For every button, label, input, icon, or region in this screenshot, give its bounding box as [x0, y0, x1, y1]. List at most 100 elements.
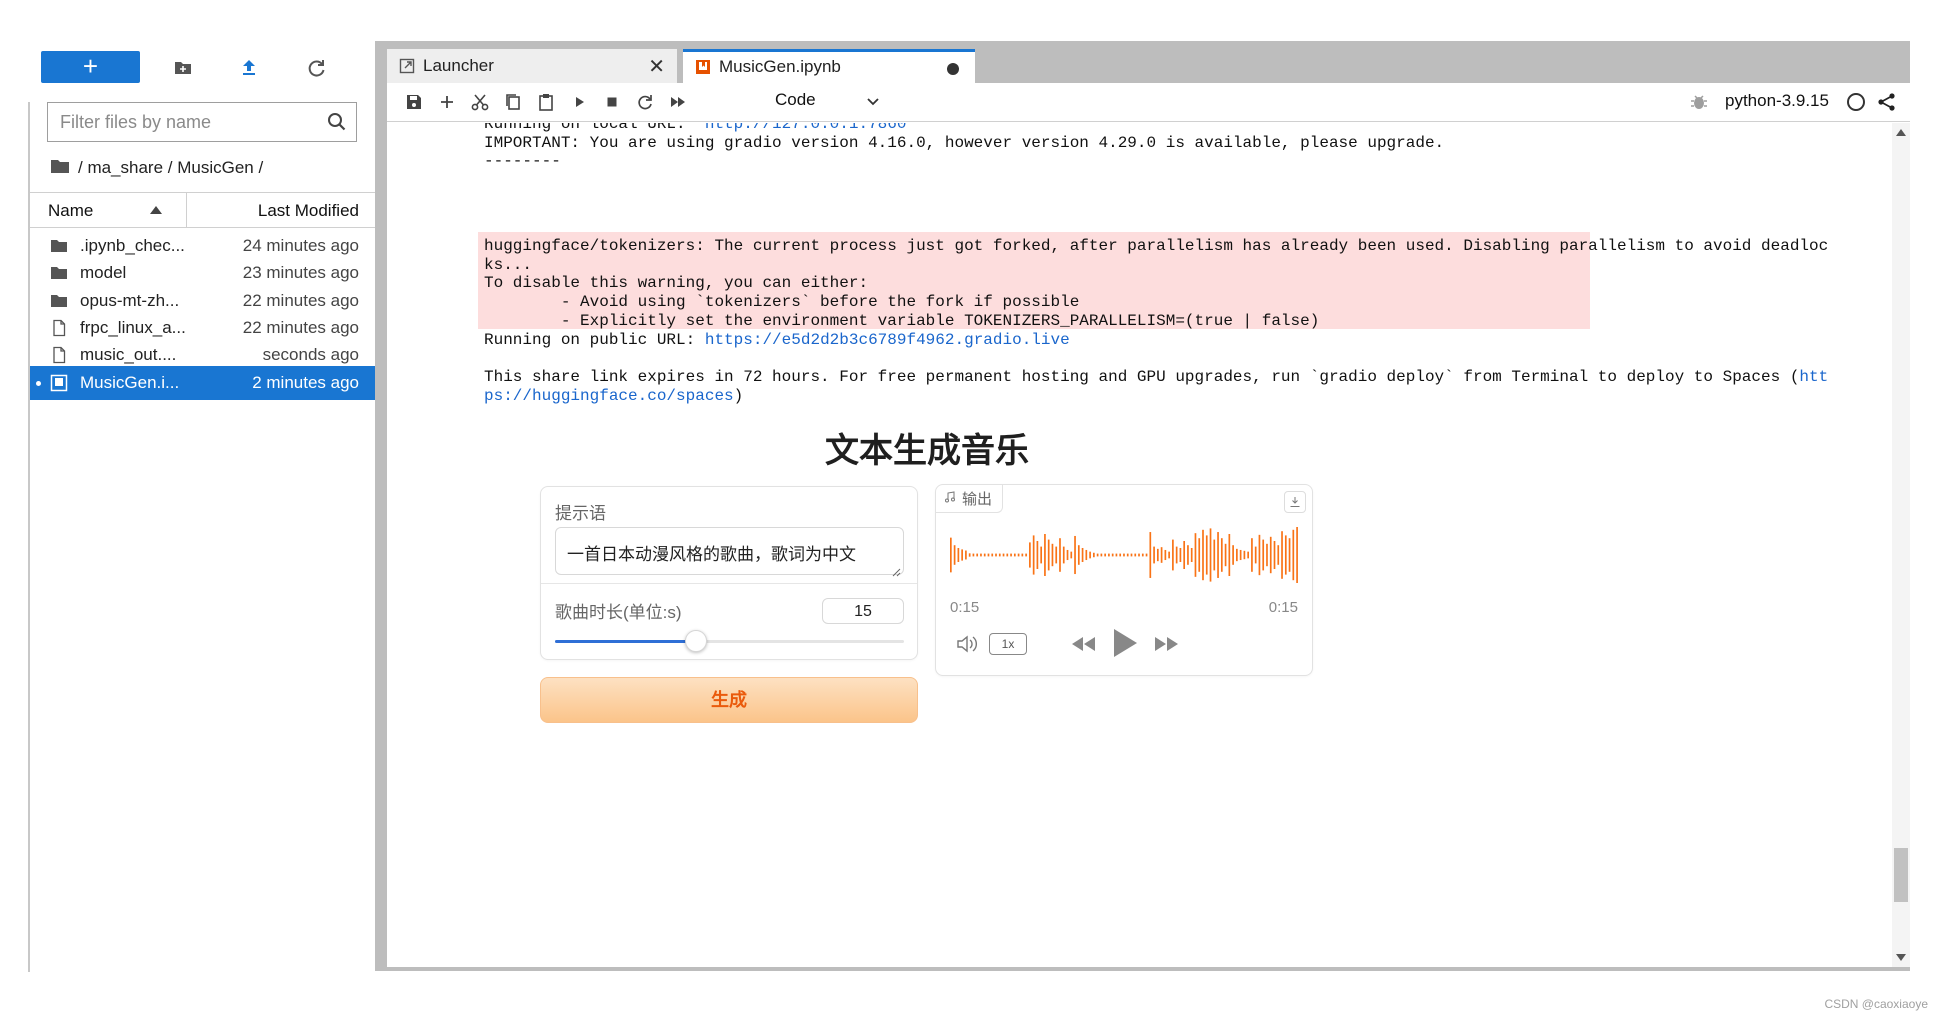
add-cell-icon[interactable] — [436, 91, 458, 113]
waveform-bar — [1066, 549, 1069, 561]
filter-files-input[interactable] — [48, 103, 308, 141]
waveform-bar — [991, 553, 994, 557]
file-modified: 24 minutes ago — [242, 236, 359, 255]
waveform-bar — [1081, 548, 1084, 562]
local-url-link[interactable]: http://127.0.0.1:7860 — [705, 123, 907, 133]
waveform-bar — [1032, 535, 1035, 575]
folder-icon[interactable] — [50, 157, 70, 180]
refresh-icon[interactable] — [301, 52, 333, 84]
file-list-item[interactable]: MusicGen.i... 2 minutes ago — [30, 365, 375, 400]
scroll-down-icon[interactable] — [1896, 954, 1906, 961]
waveform-bar — [1164, 549, 1167, 561]
copy-icon[interactable] — [502, 91, 524, 113]
paste-icon[interactable] — [535, 91, 557, 113]
volume-icon[interactable] — [955, 633, 981, 660]
waveform-bar — [1051, 543, 1054, 567]
file-modified: seconds ago — [262, 345, 359, 365]
stdout-text-1: Running on local URL: http://127.0.0.1:7… — [484, 123, 1444, 171]
file-list-header: Name Last Modified — [30, 192, 375, 228]
waveform-bar — [1254, 546, 1257, 564]
waveform-bar — [983, 553, 986, 557]
waveform-bar — [1232, 545, 1234, 565]
kernel-status-icon — [1847, 93, 1865, 111]
waveform-bar — [1059, 538, 1061, 572]
public-url-link[interactable]: https://e5d2d2b3c6789f4962.gradio.live — [705, 331, 1070, 349]
waveform-bar — [1168, 551, 1170, 559]
file-name: .ipynb_chec... — [80, 236, 185, 255]
waveform-bar — [1145, 553, 1148, 557]
input-panel: 提示语 一首日本动漫风格的歌曲，歌词为中文 歌曲时长(单位:s) 15 — [540, 486, 918, 660]
waveform-bar — [1070, 551, 1073, 559]
column-divider — [186, 193, 187, 227]
file-name: opus-mt-zh... — [80, 290, 180, 310]
waveform-bar — [1243, 550, 1246, 560]
close-tab-icon[interactable]: ✕ — [648, 54, 665, 79]
output-label-text: 输出 — [962, 491, 993, 508]
waveform-bar — [1194, 533, 1197, 577]
slider-thumb[interactable] — [685, 630, 708, 652]
prompt-label: 提示语 — [555, 504, 606, 523]
waveform-bar — [998, 553, 1001, 557]
name-column-header[interactable]: Name — [48, 201, 93, 221]
waveform-bar — [972, 553, 975, 557]
share-icon[interactable] — [1877, 92, 1897, 112]
scrollbar[interactable] — [1892, 123, 1910, 967]
audio-output-panel: 输出 0:15 0:15 1x — [935, 484, 1313, 676]
notebook-toolbar: Code python-3.9.15 — [387, 83, 1910, 122]
sort-ascending-icon[interactable] — [150, 206, 162, 214]
chevron-down-icon[interactable] — [865, 93, 881, 109]
breadcrumb-path[interactable]: / ma_share / MusicGen / — [78, 158, 263, 178]
run-icon[interactable] — [568, 91, 590, 113]
debugger-icon[interactable] — [1690, 93, 1708, 111]
scroll-up-icon[interactable] — [1896, 129, 1906, 136]
filter-files-field[interactable] — [47, 102, 357, 142]
waveform-bar — [1209, 528, 1212, 582]
duration-slider[interactable] — [555, 630, 904, 652]
waveform-bar — [1239, 549, 1242, 561]
file-name: MusicGen.i... — [80, 372, 180, 392]
save-icon[interactable] — [403, 91, 425, 113]
waveform-bar — [953, 545, 956, 565]
fast-forward-icon[interactable] — [1153, 634, 1181, 659]
upload-icon[interactable] — [233, 52, 265, 84]
resize-grip-icon[interactable] — [891, 562, 901, 577]
prompt-textarea[interactable]: 一首日本动漫风格的歌曲，歌词为中文 — [555, 527, 904, 577]
last-modified-column-header[interactable]: Last Modified — [258, 201, 359, 221]
cut-icon[interactable] — [469, 91, 491, 113]
waveform[interactable] — [950, 527, 1300, 583]
unsaved-dot-icon[interactable] — [947, 63, 959, 75]
rewind-icon[interactable] — [1069, 634, 1097, 659]
waveform-bar — [1288, 538, 1291, 572]
file-browser: + / ma_share / MusicGen / Name Last Modi… — [0, 0, 375, 972]
stop-icon[interactable] — [601, 91, 623, 113]
play-icon[interactable] — [1111, 627, 1139, 664]
playback-rate-button[interactable]: 1x — [989, 633, 1027, 655]
tab-musicgen-notebook[interactable]: MusicGen.ipynb — [683, 49, 975, 83]
launcher-icon — [399, 58, 415, 74]
scrollbar-thumb[interactable] — [1894, 848, 1908, 902]
notebook-icon — [50, 374, 68, 392]
cell-output-area: Running on local URL: http://127.0.0.1:7… — [387, 123, 1892, 967]
waveform-bar — [1153, 546, 1155, 564]
waveform-bar — [1217, 532, 1219, 578]
file-icon — [50, 346, 68, 364]
fast-forward-icon[interactable] — [667, 91, 689, 113]
tab-launcher[interactable]: Launcher ✕ — [387, 49, 677, 83]
file-icon — [50, 319, 68, 337]
waveform-bar — [1160, 547, 1163, 563]
waveform-bar — [1149, 532, 1152, 578]
duration-number-input[interactable]: 15 — [822, 598, 904, 624]
waveform-bar — [1077, 545, 1080, 565]
generate-button[interactable]: 生成 — [540, 677, 918, 723]
restart-icon[interactable] — [634, 91, 656, 113]
app-title: 文本生成音乐 — [825, 432, 1029, 470]
new-launcher-button[interactable]: + — [41, 51, 140, 83]
new-folder-icon[interactable] — [167, 52, 199, 84]
notebook-icon — [695, 59, 711, 75]
spaces-link[interactable]: htt — [1799, 368, 1828, 386]
cell-type-select[interactable]: Code — [775, 90, 816, 110]
folder-icon — [50, 264, 68, 282]
download-button[interactable] — [1284, 491, 1306, 513]
spaces-link-continued[interactable]: ps://huggingface.co/spaces — [484, 387, 734, 405]
kernel-name[interactable]: python-3.9.15 — [1725, 91, 1829, 111]
